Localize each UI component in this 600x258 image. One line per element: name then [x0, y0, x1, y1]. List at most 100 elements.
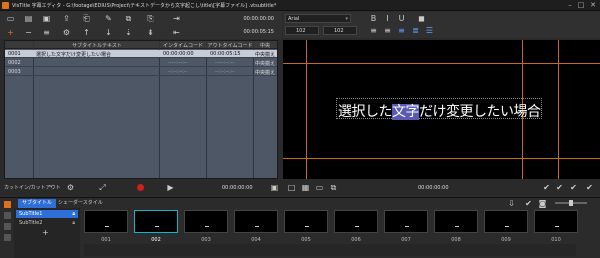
open-folder-icon[interactable]: ▤ — [24, 14, 33, 23]
minimize-button[interactable]: – — [566, 1, 574, 9]
grid-icon[interactable]: ▦ — [301, 183, 310, 192]
row-out[interactable]: --:--:--:-- — [215, 60, 235, 66]
download-icon[interactable]: ⇩ — [507, 199, 516, 208]
font-select[interactable]: Arial ▾ — [285, 14, 351, 23]
table-row[interactable]: 0002 --:--:--:-- --:--:--:-- 中央揃え — [5, 59, 277, 67]
layers-icon[interactable] — [4, 234, 11, 241]
merge-icon[interactable]: ⇣ — [124, 28, 133, 37]
settings-icon[interactable]: ⚙ — [66, 183, 75, 192]
settings-icon[interactable]: ⚙ — [62, 28, 71, 37]
folder-icon[interactable] — [4, 223, 11, 230]
monitor-icon[interactable]: ▭ — [315, 183, 324, 192]
thumbnail-mark — [455, 226, 459, 227]
size-field-a[interactable]: 102 — [285, 26, 319, 35]
check-icon[interactable]: ✔ — [524, 199, 533, 208]
in-point-icon[interactable]: ⇥ — [172, 14, 181, 23]
row-text[interactable]: 選択した文字だけ変更したい場合 — [36, 51, 111, 58]
in-timecode[interactable]: 00:00:00:00 — [218, 16, 274, 22]
row-out[interactable]: --:--:--:-- — [215, 69, 235, 75]
play-icon[interactable]: ▶ — [166, 183, 175, 192]
row-id: 0003 — [8, 69, 21, 75]
header-in[interactable]: インタイムコード — [160, 42, 206, 49]
export-icon[interactable]: ⇪ — [62, 14, 71, 23]
zoom-slider-handle[interactable] — [569, 200, 573, 206]
justify-icon[interactable]: ≣ — [411, 26, 420, 35]
apply-icon[interactable]: ✔ — [569, 183, 578, 192]
header-align[interactable]: 中央 — [254, 42, 276, 49]
style-thumbnail[interactable] — [234, 210, 278, 233]
tab-subtitle[interactable]: サブタイトル — [18, 199, 57, 208]
list-item[interactable]: SubTitle2 🔒︎ — [16, 219, 78, 227]
style-thumbnail[interactable] — [184, 210, 228, 233]
style-thumbnail[interactable] — [434, 210, 478, 233]
apply-all-icon[interactable]: ✔ — [585, 183, 594, 192]
close-button[interactable]: ✕ — [589, 1, 597, 9]
split-icon[interactable]: ⇟ — [146, 28, 155, 37]
edit-icon[interactable]: ✎ — [104, 14, 113, 23]
list-item[interactable]: SubTitle1 🔒︎ — [16, 210, 78, 218]
out-timecode[interactable]: 00:00:05:15 — [218, 29, 274, 35]
row-align[interactable]: 中央揃え — [255, 51, 275, 58]
fullscreen-icon[interactable]: ⤢ — [98, 183, 107, 192]
snapshot-icon[interactable]: ▣ — [270, 183, 279, 192]
safe-area-guide — [283, 158, 600, 159]
align-left-icon[interactable]: ≡ — [369, 26, 378, 35]
header-out[interactable]: アウトタイムコード — [207, 42, 253, 49]
tab-shader-style[interactable]: シェーダースタイル — [54, 199, 107, 208]
row-align[interactable]: 中央揃え — [255, 69, 275, 76]
row-id: 0002 — [8, 60, 21, 66]
style-thumbnail[interactable] — [334, 210, 378, 233]
style-thumbnail[interactable] — [284, 210, 328, 233]
align-center-icon[interactable]: ≡ — [383, 26, 392, 35]
import-icon[interactable]: ⎗ — [82, 14, 91, 23]
camera-icon[interactable]: ◙ — [538, 199, 547, 208]
add-row-icon[interactable]: + — [6, 28, 15, 37]
style-thumbnail[interactable] — [84, 210, 128, 233]
chevron-down-icon[interactable]: ▾ — [50, 184, 53, 190]
palette-icon[interactable] — [4, 201, 11, 208]
row-in[interactable]: --:--:--:-- — [168, 60, 188, 66]
lock-icon[interactable]: 🔒︎ — [72, 219, 75, 227]
record-icon[interactable] — [137, 184, 144, 191]
style-label: SubTitle2 — [19, 220, 43, 226]
save-icon[interactable]: ▣ — [42, 14, 51, 23]
color-icon[interactable]: ◼ — [417, 14, 426, 23]
header-text[interactable]: サブタイトルテキスト — [35, 42, 159, 49]
maximize-button[interactable]: □ — [577, 1, 585, 9]
size-field-b[interactable]: 102 — [323, 26, 357, 35]
list-icon[interactable]: ≡ — [42, 28, 51, 37]
caption-text[interactable]: 選択した文字だけ変更したい場合 — [338, 101, 541, 121]
thumbnail-label: 003 — [201, 237, 211, 243]
align-right-icon[interactable]: ≡ — [397, 26, 406, 35]
style-thumbnail[interactable] — [534, 210, 578, 233]
italic-icon[interactable]: I — [383, 14, 392, 23]
table-row[interactable]: 0003 --:--:--:-- --:--:--:-- 中央揃え — [5, 68, 277, 76]
link-icon[interactable]: ⧉ — [329, 183, 338, 192]
bold-icon[interactable]: B — [369, 14, 378, 23]
text-style-icon[interactable] — [4, 212, 11, 219]
style-thumbnail[interactable] — [484, 210, 528, 233]
thumbnail-mark — [405, 226, 409, 227]
lock-icon[interactable]: 🔒︎ — [72, 210, 75, 218]
add-style-button[interactable]: + — [42, 228, 49, 237]
square-icon[interactable]: □ — [287, 183, 296, 192]
row-align[interactable]: 中央揃え — [255, 60, 275, 67]
underline-icon[interactable]: U — [397, 14, 406, 23]
move-up-icon[interactable]: ↑ — [82, 28, 91, 37]
check-all-icon[interactable]: ✔ — [555, 183, 564, 192]
wrap-icon[interactable]: ☰ — [425, 26, 434, 35]
row-out[interactable]: 00:00:05:15 — [210, 51, 241, 57]
paste-icon[interactable]: ⎘ — [146, 14, 155, 23]
row-in[interactable]: 00:00:00:00 — [163, 51, 194, 57]
style-thumbnail[interactable] — [384, 210, 428, 233]
remove-row-icon[interactable]: − — [24, 28, 33, 37]
table-row[interactable]: 0001 選択した文字だけ変更したい場合 00:00:00:00 00:00:0… — [5, 50, 277, 58]
copy-icon[interactable]: ⧉ — [124, 14, 133, 23]
out-point-icon[interactable]: ⇤ — [172, 28, 181, 37]
check-icon[interactable]: ✔ — [542, 183, 551, 192]
style-thumbnail[interactable] — [134, 210, 178, 233]
thumbnail-mark — [105, 226, 109, 227]
row-in[interactable]: --:--:--:-- — [168, 69, 188, 75]
new-file-icon[interactable]: ▭ — [6, 14, 15, 23]
move-down-icon[interactable]: ↓ — [104, 28, 113, 37]
